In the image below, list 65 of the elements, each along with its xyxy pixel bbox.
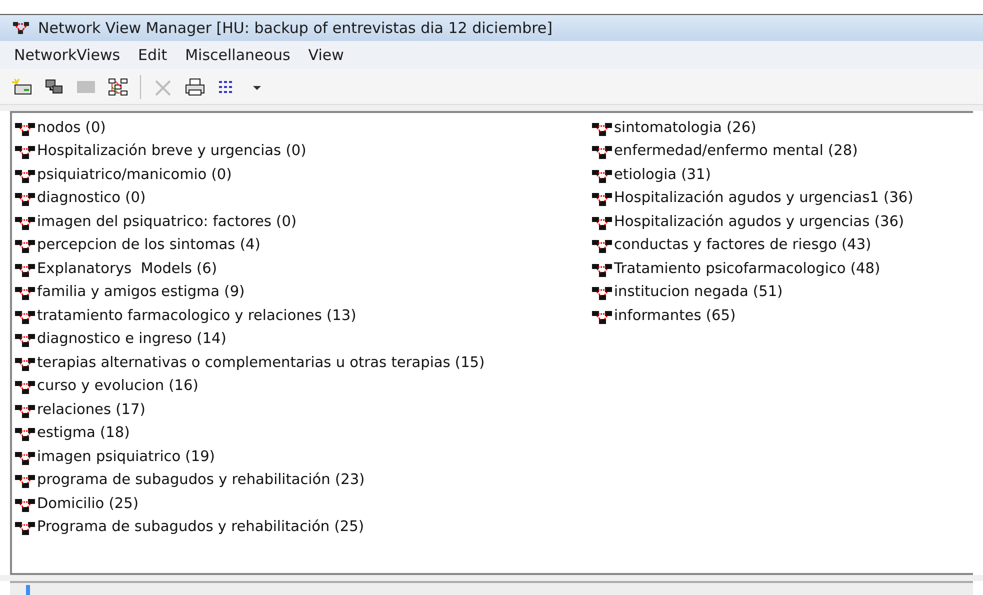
network-icon: [15, 216, 37, 230]
network-icon: [15, 498, 37, 512]
network-icon: [592, 239, 614, 254]
network-icon: [12, 21, 30, 35]
network-view-item[interactable]: Domicilio (25): [15, 493, 592, 516]
network-icon: [592, 216, 614, 230]
network-icon: [592, 262, 614, 277]
cursor-mark: [26, 585, 30, 595]
network-icon: [15, 521, 37, 536]
network-icon: [15, 380, 37, 394]
network-view-item[interactable]: Hospitalización breve y urgencias (0): [15, 140, 592, 164]
network-view-item[interactable]: terapias alternativas o complementarias u otras terapias (15): [15, 352, 592, 376]
network-icon: [15, 145, 37, 160]
network-view-item[interactable]: Hospitalización agudos y urgencias (36): [592, 211, 972, 234]
network-view-item[interactable]: percepcion de los sintomas (4): [15, 234, 592, 258]
network-icon: [592, 310, 614, 324]
network-icon[interactable]: [108, 78, 128, 96]
network-icon: [592, 192, 614, 206]
new-item-icon[interactable]: [12, 78, 32, 96]
network-icon: [15, 286, 37, 300]
network-view-item[interactable]: programa de subagudos y rehabilitación (23): [15, 470, 592, 493]
network-icon: [15, 356, 37, 371]
network-view-item[interactable]: imagen del psiquatrico: factores (0): [15, 211, 592, 234]
network-view-item[interactable]: tratamiento farmacologico y relaciones (13): [15, 305, 592, 328]
network-view-item[interactable]: etiologia (31): [592, 164, 972, 188]
network-icon: [592, 286, 614, 300]
network-icon: [15, 450, 37, 465]
network-view-item[interactable]: enfermedad/enfermo mental (28): [592, 140, 972, 164]
network-icon: [592, 168, 614, 183]
network-icon: [592, 122, 614, 136]
network-icon: [592, 145, 614, 160]
network-view-item[interactable]: Explanatorys Models (6): [15, 258, 592, 282]
network-icon: [15, 122, 37, 136]
menu-item[interactable]: View: [306, 44, 346, 66]
window-title: Network View Manager [HU: backup of entrevistas dia 12 diciembre]: [38, 18, 553, 39]
network-icon: [15, 474, 37, 488]
network-icon: [15, 404, 37, 418]
network-icon: [15, 192, 37, 206]
network-view-item[interactable]: curso y evolucion (16): [15, 376, 592, 399]
network-icon: [15, 310, 37, 324]
network-icon: [15, 239, 37, 254]
menu-item[interactable]: NetworkViews: [12, 44, 122, 66]
network-view-item[interactable]: sintomatologia (26): [592, 117, 972, 140]
network-view-item[interactable]: diagnostico e ingreso (14): [15, 328, 592, 352]
network-view-item[interactable]: Tratamiento psicofarmacologico (48): [592, 258, 972, 282]
network-icon: [15, 262, 37, 277]
network-view-item[interactable]: institucion negada (51): [592, 282, 972, 305]
network-view-item[interactable]: diagnostico (0): [15, 188, 592, 211]
network-view-item[interactable]: Programa de subagudos y rehabilitación (25): [15, 516, 592, 540]
windows-icon[interactable]: [44, 78, 64, 96]
printer-icon[interactable]: [185, 78, 205, 96]
network-view-item[interactable]: Hospitalización agudos y urgencias1 (36): [592, 188, 972, 211]
network-icon: [15, 427, 37, 442]
network-icon: [15, 168, 37, 183]
network-view-item[interactable]: familia y amigos estigma (9): [15, 282, 592, 305]
network-view-item[interactable]: psiquiatrico/manicomio (0): [15, 164, 592, 188]
network-view-item[interactable]: conductas y factores de riesgo (43): [592, 234, 972, 258]
network-view-item[interactable]: nodos (0): [15, 117, 592, 140]
network-view-item[interactable]: informantes (65): [592, 305, 972, 328]
network-view-item[interactable]: imagen psiquiatrico (19): [15, 446, 592, 470]
network-icon: [15, 333, 37, 348]
network-view-item[interactable]: estigma (18): [15, 422, 592, 446]
menu-item[interactable]: Miscellaneous: [183, 44, 292, 66]
menu-item[interactable]: Edit: [136, 44, 170, 66]
network-view-item[interactable]: relaciones (17): [15, 399, 592, 422]
